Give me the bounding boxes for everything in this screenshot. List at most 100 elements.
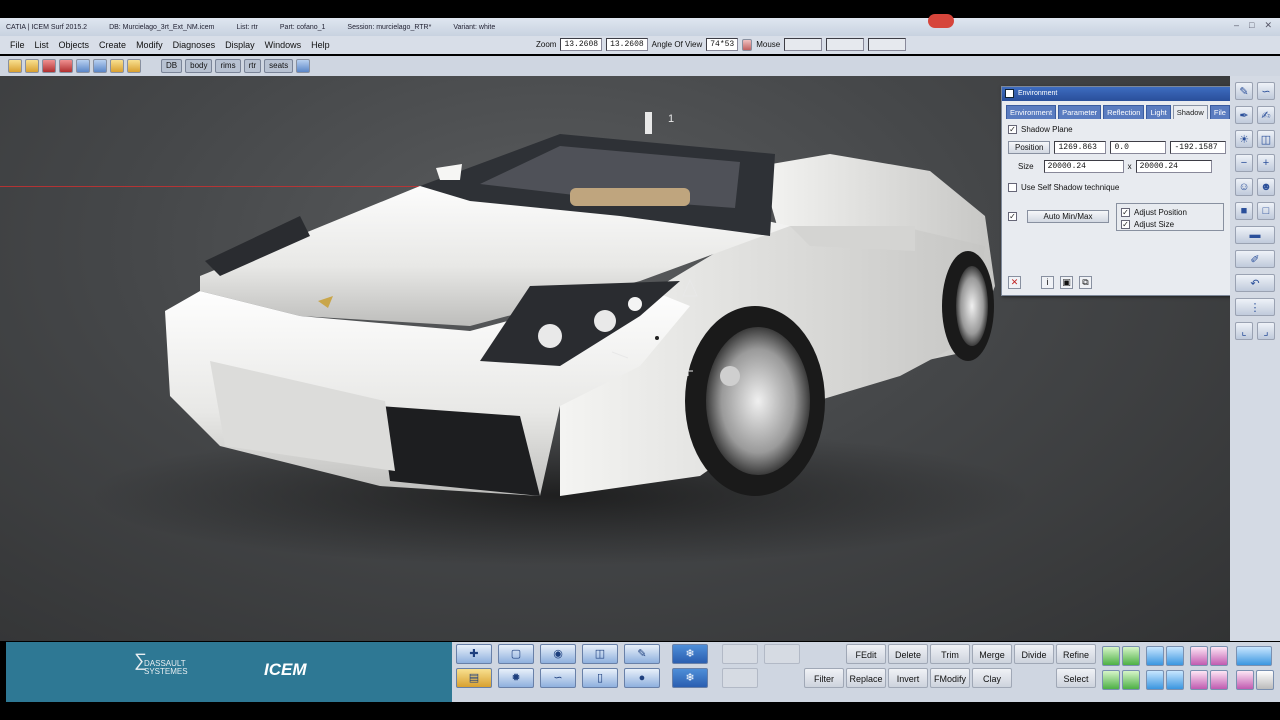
curve-tool-icon[interactable]: [1146, 646, 1164, 666]
edit-curve-icon[interactable]: ✐: [1235, 250, 1275, 268]
tab-file[interactable]: File: [1209, 105, 1230, 119]
snowflake-2-icon[interactable]: ❄: [672, 668, 708, 688]
face-icon[interactable]: ☻: [1257, 178, 1275, 196]
menu-diagnoses[interactable]: Diagnoses: [173, 40, 216, 50]
curve-tool-2-icon[interactable]: [1166, 646, 1184, 666]
new-file-icon[interactable]: [8, 59, 22, 73]
folder-icon[interactable]: [110, 59, 124, 73]
menu-display[interactable]: Display: [225, 40, 255, 50]
auto-minmax-button[interactable]: Auto Min/Max: [1027, 210, 1109, 223]
surface-tool-3-icon[interactable]: [1102, 670, 1120, 690]
delete-button[interactable]: Delete: [888, 644, 928, 664]
view-cube-icon[interactable]: ▢: [498, 644, 534, 664]
point-tool-2-icon[interactable]: [1210, 646, 1228, 666]
shading-icon[interactable]: ■: [1235, 202, 1253, 220]
point-tool-4-icon[interactable]: [1210, 670, 1228, 690]
section-icon[interactable]: ⌞: [1235, 322, 1253, 340]
list-manager-icon[interactable]: [93, 59, 107, 73]
curve-edit-icon[interactable]: ∽: [540, 668, 576, 688]
merge-button[interactable]: Merge: [972, 644, 1012, 664]
curve-tool-3-icon[interactable]: [1146, 670, 1164, 690]
pen-icon[interactable]: ✒: [1235, 106, 1253, 124]
folder-icon[interactable]: ▤: [456, 668, 492, 688]
misc-tool-icon[interactable]: [1256, 670, 1274, 690]
grid-icon[interactable]: ⋮: [1235, 298, 1275, 316]
refine-button[interactable]: Refine: [1056, 644, 1096, 664]
brush-icon[interactable]: ✍: [1257, 106, 1275, 124]
transform-icon[interactable]: ✹: [498, 668, 534, 688]
tab-reflection[interactable]: Reflection: [1103, 105, 1145, 119]
invert-button[interactable]: Invert: [888, 668, 928, 688]
eye-icon[interactable]: ◉: [540, 644, 576, 664]
cancel-icon[interactable]: ✕: [1008, 276, 1021, 289]
sphere-icon[interactable]: ●: [624, 668, 660, 688]
angle-of-view-field[interactable]: 74*53: [706, 38, 739, 51]
light-icon[interactable]: ☀: [1235, 130, 1253, 148]
preview-icon[interactable]: ▣: [1060, 276, 1073, 289]
zoom-in-icon[interactable]: +: [1257, 154, 1275, 172]
point-tool-3-icon[interactable]: [1190, 670, 1208, 690]
lock-icon[interactable]: [742, 38, 753, 51]
menu-modify[interactable]: Modify: [136, 40, 163, 50]
tab-environment[interactable]: Environment: [1006, 105, 1057, 119]
cylinder-icon[interactable]: ◫: [1257, 130, 1275, 148]
point-tool-5-icon[interactable]: [1236, 670, 1254, 690]
clay-button[interactable]: Clay: [972, 668, 1012, 688]
size-height-field[interactable]: 20000.24: [1135, 160, 1212, 173]
point-tool-icon[interactable]: [1190, 646, 1208, 666]
filter-button[interactable]: Filter: [804, 668, 844, 688]
menu-file[interactable]: File: [10, 40, 25, 50]
surface-tool-4-icon[interactable]: [1122, 670, 1140, 690]
position-button[interactable]: Position: [1008, 141, 1051, 154]
size-width-field[interactable]: 20000.24: [1043, 160, 1124, 173]
menu-help[interactable]: Help: [311, 40, 330, 50]
arc-icon[interactable]: ↶: [1235, 274, 1275, 292]
list-button-body[interactable]: body: [185, 59, 213, 73]
menu-create[interactable]: Create: [99, 40, 126, 50]
list-button-rtr[interactable]: rtr: [243, 59, 262, 73]
replace-button[interactable]: Replace: [846, 668, 886, 688]
trim-button[interactable]: Trim: [930, 644, 970, 664]
menu-list[interactable]: List: [35, 40, 49, 50]
minimize-icon[interactable]: –: [1234, 20, 1239, 31]
ym-tool-icon[interactable]: [1236, 646, 1272, 666]
info-icon[interactable]: i: [1041, 276, 1054, 289]
save-as-icon[interactable]: [59, 59, 73, 73]
corner-icon[interactable]: ⌟: [1257, 322, 1275, 340]
zoom-field-1[interactable]: 13.2608: [560, 38, 603, 51]
position-z-field[interactable]: -192.1587: [1170, 141, 1227, 154]
add-list-icon[interactable]: [296, 59, 311, 73]
self-shadow-checkbox[interactable]: [1008, 183, 1017, 192]
zoom-field-2[interactable]: 13.2608: [606, 38, 648, 51]
curve-tool-4-icon[interactable]: [1166, 670, 1184, 690]
display-mode-icon[interactable]: ▬: [1235, 226, 1275, 244]
curve-icon[interactable]: ∽: [1257, 82, 1275, 100]
tab-parameter[interactable]: Parameter: [1058, 105, 1102, 119]
menu-windows[interactable]: Windows: [265, 40, 302, 50]
snowflake-icon[interactable]: ❄: [672, 644, 708, 664]
list-button-seats[interactable]: seats: [264, 59, 294, 73]
shadow-plane-checkbox[interactable]: ✓: [1008, 125, 1017, 134]
smiley-icon[interactable]: ☺: [1235, 178, 1253, 196]
auto-minmax-checkbox[interactable]: ✓: [1008, 212, 1017, 221]
tab-light[interactable]: Light: [1146, 105, 1171, 119]
db-button[interactable]: DB: [161, 59, 183, 73]
adjust-position-checkbox[interactable]: ✓: [1121, 207, 1130, 217]
measure-icon[interactable]: ✎: [1235, 82, 1253, 100]
position-y-field[interactable]: 0.0: [1110, 141, 1167, 154]
select-button[interactable]: Select: [1056, 668, 1096, 688]
part-icon[interactable]: [127, 59, 141, 73]
save-icon[interactable]: [42, 59, 56, 73]
dialog-title-bar[interactable]: Environment ✕: [1002, 87, 1246, 101]
edit-icon[interactable]: ✎: [624, 644, 660, 664]
fedit-button[interactable]: FEdit: [846, 644, 886, 664]
maximize-icon[interactable]: □: [1249, 20, 1254, 31]
wireframe-icon[interactable]: □: [1257, 202, 1275, 220]
menu-objects[interactable]: Objects: [59, 40, 90, 50]
close-icon[interactable]: ✕: [1264, 20, 1272, 31]
layers-icon[interactable]: ◫: [582, 644, 618, 664]
list-button-rims[interactable]: rims: [215, 59, 241, 73]
adjust-size-checkbox[interactable]: ✓: [1121, 219, 1130, 229]
position-x-field[interactable]: 1269.863: [1054, 141, 1107, 154]
surface-tool-2-icon[interactable]: [1122, 646, 1140, 666]
